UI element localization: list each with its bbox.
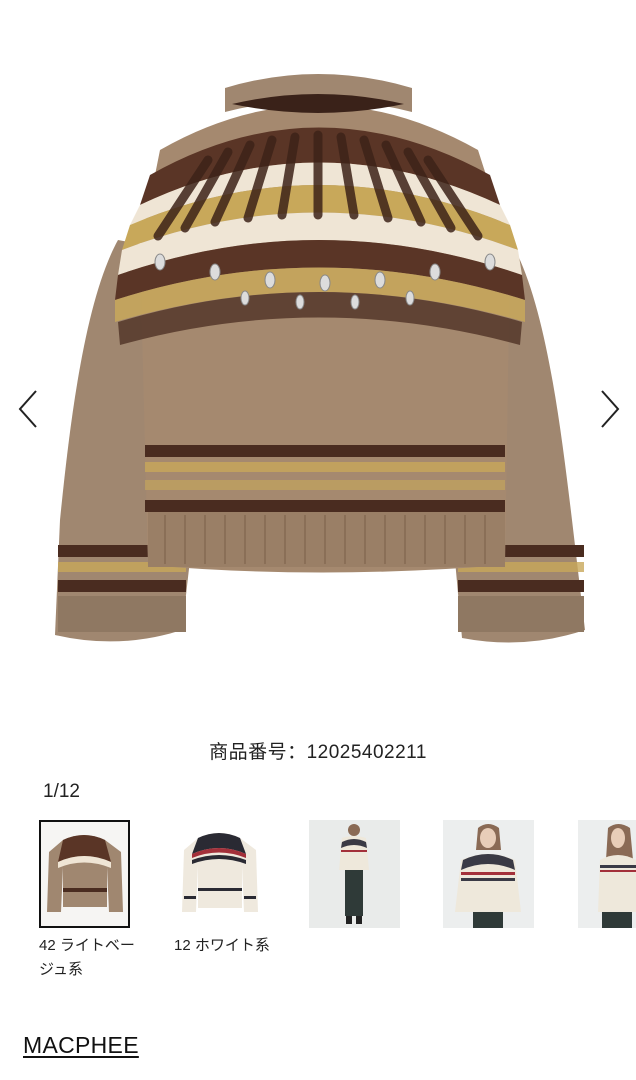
product-number: 商品番号：12025402211 (209, 742, 427, 763)
next-image-button[interactable] (592, 385, 626, 433)
sweater-image (55, 74, 585, 643)
thumbnail-model-2[interactable] (443, 820, 534, 928)
thumbnail-caption: 42 ライトベージュ系 (39, 937, 135, 978)
product-main-image (0, 0, 636, 735)
thumbnail-image (39, 820, 130, 928)
thumbnail-image (578, 820, 636, 928)
brand-link[interactable]: MACPHEE (23, 1032, 139, 1059)
thumbnail-image (309, 820, 400, 928)
chevron-left-icon (18, 390, 37, 428)
thumbnail-white[interactable]: 12 ホワイト系 (174, 820, 274, 958)
color-thumbnails: 42 ライトベージュ系 12 ホワイト系 (39, 820, 636, 1000)
thumbnail-caption: 12 ホワイト系 (174, 937, 270, 954)
chevron-right-icon (601, 390, 620, 428)
thumbnail-image (174, 820, 265, 928)
thumbnail-model-1[interactable] (309, 820, 400, 928)
image-counter: 1/12 (43, 781, 80, 802)
thumbnail-image (443, 820, 534, 928)
thumbnail-model-3[interactable] (578, 820, 636, 928)
prev-image-button[interactable] (12, 385, 46, 433)
thumbnail-beige[interactable]: 42 ライトベージュ系 (39, 820, 139, 982)
